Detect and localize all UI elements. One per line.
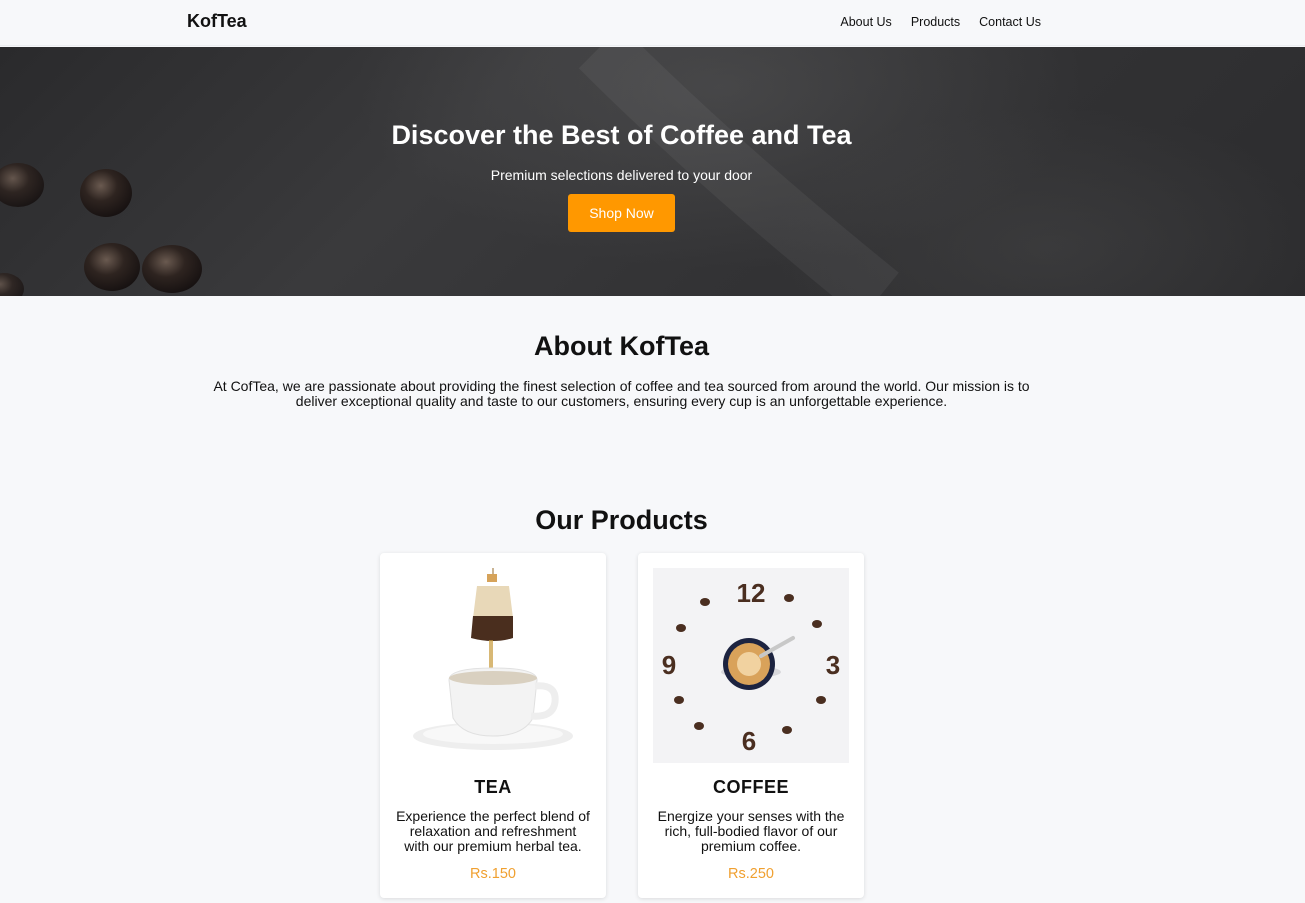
navbar: KofTea About Us Products Contact Us bbox=[0, 0, 1305, 46]
product-card-coffee[interactable]: 12 3 6 9 COFFEE Energize your senses wit… bbox=[638, 553, 864, 898]
product-card-tea[interactable]: TEA Experience the perfect blend of rela… bbox=[380, 553, 606, 898]
hero-subtitle: Premium selections delivered to your doo… bbox=[490, 167, 753, 183]
tea-bag-cup-image bbox=[395, 568, 591, 763]
hero-banner: Discover the Best of Coffee and Tea Prem… bbox=[0, 47, 1305, 296]
hero-title: Discover the Best of Coffee and Tea bbox=[391, 120, 852, 150]
shop-now-button[interactable]: Shop Now bbox=[568, 194, 675, 232]
product-name: COFFEE bbox=[712, 777, 789, 797]
brand-logo[interactable]: KofTea bbox=[187, 11, 247, 32]
product-description: Energize your senses with the rich, full… bbox=[657, 808, 845, 854]
nav-link-products[interactable]: Products bbox=[911, 15, 960, 29]
product-description: Experience the perfect blend of relaxati… bbox=[396, 808, 590, 854]
about-title: About KofTea bbox=[534, 331, 709, 361]
coffee-clock-image: 12 3 6 9 bbox=[653, 568, 849, 763]
products-title: Our Products bbox=[535, 505, 708, 535]
svg-text:12: 12 bbox=[737, 578, 766, 608]
nav-link-about-us[interactable]: About Us bbox=[840, 15, 891, 29]
nav-links: About Us Products Contact Us bbox=[840, 15, 1041, 29]
svg-text:6: 6 bbox=[742, 726, 756, 756]
product-price: Rs.250 bbox=[728, 866, 774, 882]
svg-text:9: 9 bbox=[662, 650, 676, 680]
nav-link-contact-us[interactable]: Contact Us bbox=[979, 15, 1041, 29]
product-name: TEA bbox=[474, 777, 512, 797]
product-price: Rs.150 bbox=[470, 866, 516, 882]
about-text: At CofTea, we are passionate about provi… bbox=[213, 378, 1030, 409]
svg-text:3: 3 bbox=[826, 650, 840, 680]
